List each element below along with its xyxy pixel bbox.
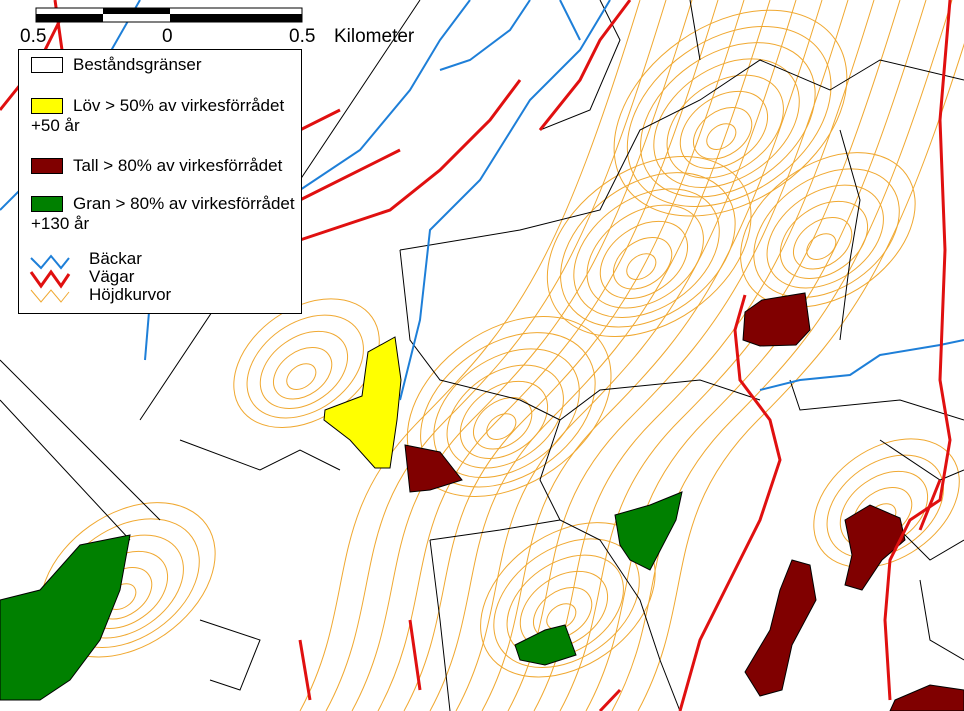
- legend-label-backar: Bäckar: [89, 249, 142, 268]
- scale-label-center: 0: [162, 26, 173, 47]
- legend-item-lov: Löv > 50% av virkesförrådet: [31, 96, 284, 116]
- contour-line: [459, 380, 549, 460]
- legend: Beståndsgränser Löv > 50% av virkesförrå…: [18, 49, 302, 314]
- scale-label-left: 0.5: [20, 26, 47, 47]
- gran-stand[interactable]: [514, 624, 577, 666]
- legend-item-bestandsgranser: Beståndsgränser: [31, 55, 202, 75]
- legend-swatch: [31, 158, 63, 174]
- legend-label-hojdkurvor: Höjdkurvor: [89, 285, 172, 304]
- legend-label: Gran > 80% av virkesförrådet: [73, 194, 295, 213]
- contour-line: [559, 0, 901, 711]
- contour-line: [533, 0, 875, 711]
- legend-line-labels: Bäckar Vägar Höjdkurvor: [89, 250, 171, 304]
- contour-line: [585, 0, 927, 711]
- legend-swatch: [31, 196, 63, 212]
- legend-sublabel: +50 år: [31, 116, 80, 135]
- contour-line: [273, 347, 333, 400]
- legend-swatch: [31, 98, 63, 114]
- tall-stand[interactable]: [889, 684, 964, 711]
- legend-label: Beståndsgränser: [73, 55, 202, 74]
- contour-line: [706, 123, 737, 151]
- legend-item-tall: Tall > 80% av virkesförrådet: [31, 156, 282, 176]
- scale-label-right: 0.5: [289, 26, 316, 47]
- forest-map: 0.5 0 0.5 Kilometer Beståndsgränser Löv …: [0, 0, 964, 711]
- contour-line: [806, 233, 837, 261]
- contour-line: [766, 184, 884, 289]
- contour-line: [666, 74, 784, 179]
- legend-label: Löv > 50% av virkesförrådet: [73, 96, 285, 115]
- contour-line: [693, 107, 753, 160]
- contour-line: [473, 397, 533, 450]
- contour-line: [679, 90, 769, 170]
- legend-line-icons: [29, 254, 71, 303]
- contour-line: [573, 188, 720, 319]
- legend-label: Tall > 80% av virkesförrådet: [73, 156, 283, 175]
- gran-stand[interactable]: [0, 534, 131, 701]
- scale-unit: Kilometer: [334, 26, 415, 47]
- contour-line: [486, 413, 517, 441]
- tall-stand[interactable]: [404, 444, 463, 493]
- legend-sublabel: +130 år: [31, 214, 90, 233]
- contour-line: [455, 0, 797, 711]
- contour-line: [626, 253, 657, 281]
- legend-item-gran: Gran > 80% av virkesförrådet: [31, 194, 295, 214]
- contour-line: [613, 237, 673, 290]
- contour-line: [599, 220, 689, 300]
- contour-line: [403, 0, 745, 711]
- contour-line: [286, 363, 317, 391]
- legend-swatch: [31, 57, 63, 73]
- legend-label-vagar: Vägar: [89, 267, 135, 286]
- tall-stand[interactable]: [744, 559, 817, 697]
